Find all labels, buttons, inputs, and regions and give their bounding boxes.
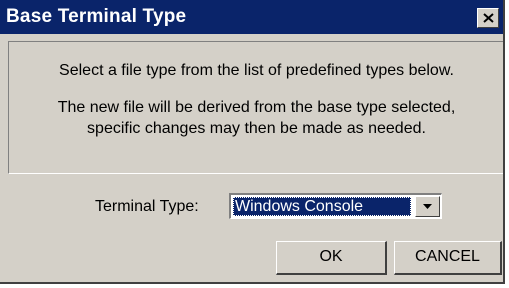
terminal-type-dropdown-button[interactable] bbox=[415, 196, 440, 217]
message-panel: Select a file type from the list of pred… bbox=[8, 41, 503, 174]
terminal-type-selected-value[interactable]: Windows Console bbox=[233, 197, 411, 216]
instruction-text: Select a file type from the list of pred… bbox=[59, 62, 454, 79]
terminal-type-select[interactable]: Windows Console bbox=[229, 193, 442, 219]
terminal-type-label: Terminal Type: bbox=[95, 198, 199, 215]
chevron-down-icon bbox=[423, 204, 432, 209]
ok-button[interactable]: OK bbox=[276, 241, 387, 275]
description-text-line1: The new file will be derived from the ba… bbox=[57, 99, 456, 116]
close-button[interactable] bbox=[477, 8, 499, 28]
base-terminal-type-dialog: Base Terminal Type Select a file type fr… bbox=[0, 0, 505, 284]
window-title: Base Terminal Type bbox=[6, 6, 187, 27]
description-text-line2: specific changes may then be made as nee… bbox=[87, 120, 426, 137]
title-bar[interactable]: Base Terminal Type bbox=[0, 0, 503, 34]
close-icon bbox=[483, 13, 494, 23]
cancel-button[interactable]: CANCEL bbox=[394, 241, 502, 275]
